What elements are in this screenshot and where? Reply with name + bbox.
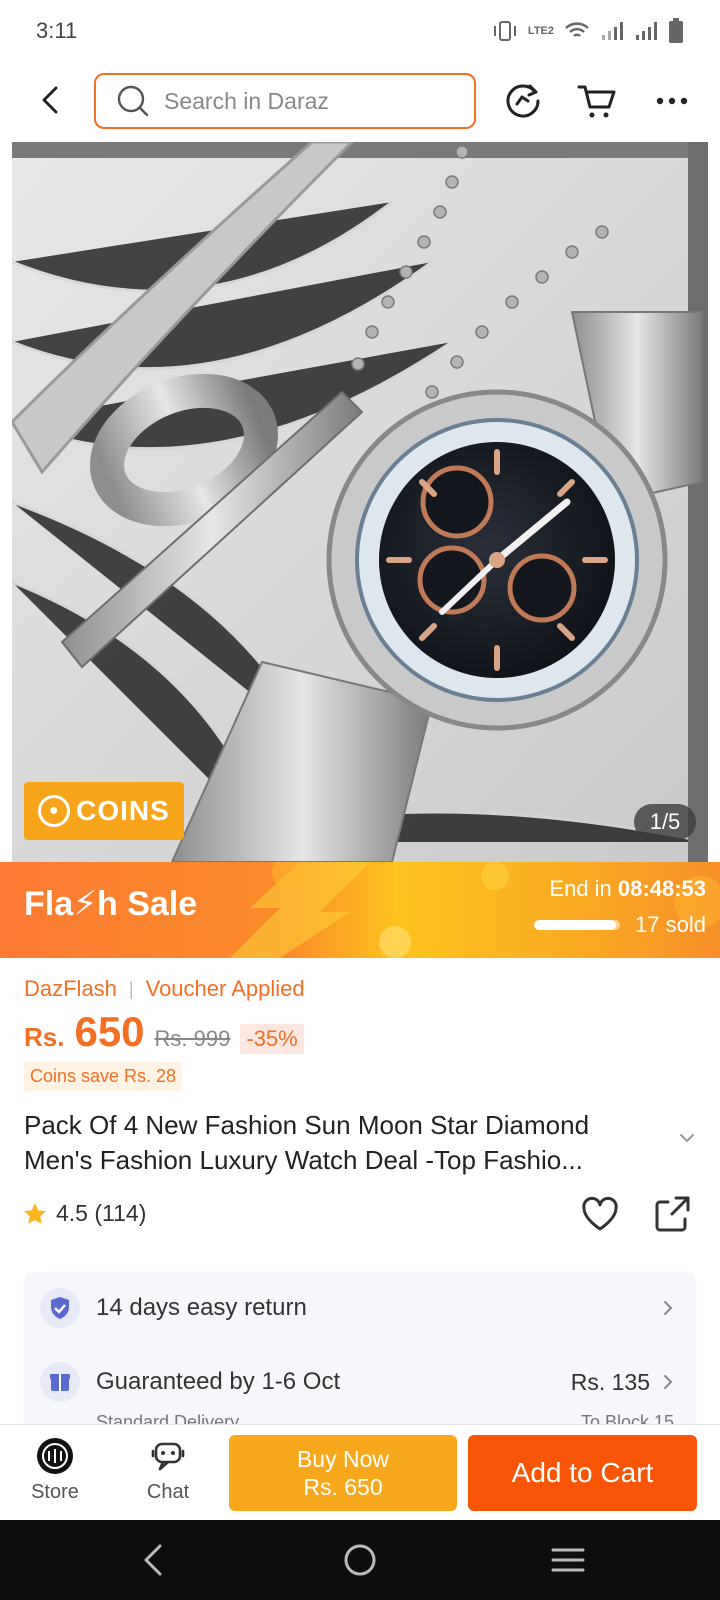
recents-icon: [551, 1548, 585, 1572]
bottom-action-bar: Store Chat Buy Now Rs. 650 Add to Cart: [0, 1424, 720, 1520]
shield-icon: [40, 1288, 80, 1328]
old-price: Rs. 999: [154, 1026, 231, 1051]
delivery-text: Guaranteed by 1-6 Oct: [96, 1368, 341, 1395]
voucher-tag[interactable]: Voucher Applied: [146, 976, 305, 1002]
refresh-button[interactable]: [501, 79, 545, 123]
discount-badge: -35%: [240, 1024, 304, 1054]
lte-label: LTE2: [527, 25, 554, 37]
home-circle-icon: [344, 1544, 376, 1576]
back-button[interactable]: [30, 80, 70, 120]
product-image[interactable]: ● COINS 1/5: [12, 142, 708, 862]
price-row: Rs. 650 Rs. 999 -35%: [24, 1008, 304, 1056]
cart-icon: [577, 85, 616, 118]
refresh-icon: [506, 84, 540, 118]
price-currency: Rs.: [24, 1022, 65, 1052]
return-policy-row[interactable]: 14 days easy return: [24, 1280, 696, 1336]
store-logo-icon: [37, 1438, 73, 1474]
sold-progress-bar: [534, 920, 620, 930]
search-icon: [117, 85, 149, 117]
price-value: 650: [74, 1008, 145, 1055]
flash-sale-title: Fla⚡h Sale: [24, 885, 198, 923]
back-triangle-icon: [144, 1544, 162, 1576]
add-to-cart-label: Add to Cart: [511, 1457, 654, 1488]
chat-button[interactable]: Chat: [128, 1437, 208, 1504]
chat-icon: [151, 1442, 185, 1471]
review-count: (114): [94, 1200, 147, 1226]
cart-button[interactable]: [575, 79, 619, 123]
share-button[interactable]: [652, 1194, 692, 1234]
chevron-right-icon: [664, 1375, 673, 1389]
status-time: 3:11: [36, 18, 78, 43]
wishlist-button[interactable]: [580, 1194, 620, 1234]
buy-now-label: Buy Now: [296, 1446, 390, 1472]
sold-progress-fill: [534, 920, 616, 930]
flash-sale-banner[interactable]: Fla⚡h Sale End in 08:48:53 17 sold: [0, 862, 720, 958]
nav-back-button[interactable]: [133, 1540, 173, 1580]
signal-icon-2: [636, 22, 657, 40]
nav-recents-button[interactable]: [548, 1540, 588, 1580]
coins-save-badge: Coins save Rs. 28: [24, 1062, 183, 1091]
nav-home-button[interactable]: [340, 1540, 380, 1580]
chevron-right-icon: [664, 1301, 673, 1315]
services-card: 14 days easy return Guaranteed by 1-6 Oc…: [24, 1272, 696, 1432]
star-icon: [24, 1202, 46, 1224]
product-title: Pack Of 4 New Fashion Sun Moon Star Diam…: [24, 1110, 590, 1175]
wifi-icon: [565, 22, 589, 37]
coins-badge: ● COINS: [24, 782, 184, 840]
product-photo: [12, 142, 708, 862]
sold-count: 17 sold: [635, 912, 706, 937]
coin-icon: ●: [38, 795, 71, 827]
status-icons: LTE2: [492, 18, 684, 44]
more-icon: [656, 97, 688, 105]
countdown-time: 08:48:53: [617, 876, 706, 901]
delivery-box-icon: [40, 1362, 80, 1402]
return-policy-text: 14 days easy return: [96, 1294, 307, 1321]
dazflash-tag: DazFlash: [24, 976, 117, 1001]
heart-icon: [582, 1196, 618, 1231]
coins-badge-label: COINS: [76, 795, 170, 826]
buy-now-price: Rs. 650: [303, 1474, 383, 1500]
more-button[interactable]: [650, 79, 694, 123]
search-box[interactable]: [94, 73, 476, 129]
promo-tags: DazFlash | Voucher Applied: [24, 976, 305, 1002]
delivery-row[interactable]: Guaranteed by 1-6 Oct Rs. 135: [24, 1354, 696, 1410]
store-button[interactable]: Store: [15, 1437, 95, 1504]
chevron-left-icon: [42, 86, 58, 114]
signal-icon: [602, 22, 623, 40]
rating-value: 4.5: [56, 1200, 88, 1226]
delivery-price: Rs. 135: [570, 1368, 650, 1395]
battery-icon: [669, 18, 683, 43]
chevron-down-icon[interactable]: [678, 1132, 696, 1144]
header: [0, 66, 720, 136]
buy-now-button[interactable]: Buy Now Rs. 650: [229, 1435, 457, 1511]
flash-sale-countdown: End in 08:48:53: [549, 876, 706, 902]
vibrate-icon: [493, 21, 516, 41]
tag-divider: |: [128, 978, 134, 999]
end-in-label: End in: [549, 876, 612, 901]
image-counter: 1/5: [634, 804, 696, 840]
rating[interactable]: 4.5 (114): [22, 1200, 146, 1227]
store-label: Store: [31, 1481, 79, 1503]
search-input[interactable]: [164, 87, 444, 115]
status-bar: 3:11 LTE2: [0, 0, 720, 62]
share-icon: [655, 1196, 690, 1232]
add-to-cart-button[interactable]: Add to Cart: [468, 1435, 697, 1511]
chat-label: Chat: [146, 1481, 190, 1503]
system-nav-bar: [0, 1520, 720, 1600]
